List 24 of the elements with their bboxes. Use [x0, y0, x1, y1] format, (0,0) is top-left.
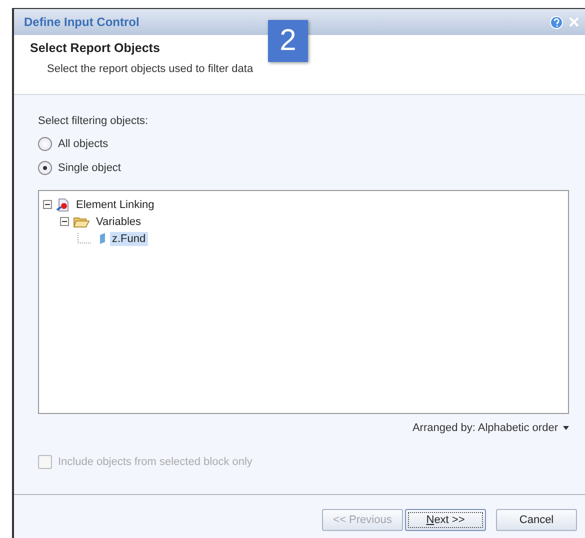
radio-label: Single object — [58, 162, 121, 174]
radio-button[interactable] — [38, 137, 52, 151]
checkbox-label: Include objects from selected block only — [58, 456, 252, 468]
radio-label: All objects — [58, 138, 108, 150]
arrange-dropdown[interactable]: Arranged by: Alphabetic order — [412, 422, 569, 434]
radio-button[interactable] — [38, 161, 52, 175]
tree-connector — [77, 232, 94, 244]
tree-node[interactable]: Element Linking — [74, 198, 156, 212]
step-title: Select Report Objects — [30, 41, 161, 55]
collapse-toggle[interactable] — [60, 217, 69, 226]
help-icon[interactable] — [550, 16, 563, 28]
document-icon — [56, 198, 70, 212]
variable-icon — [98, 232, 106, 245]
window-title: Define Input Control — [24, 15, 140, 29]
step-number-badge: 2 — [268, 20, 308, 62]
filter-label: Select filtering objects: — [38, 115, 150, 127]
caret-icon — [563, 426, 569, 430]
open-folder-icon — [73, 216, 90, 228]
collapse-toggle[interactable] — [43, 200, 52, 209]
step-description: Select the report objects used to filter data — [47, 63, 254, 75]
tree-node[interactable]: z.Fund — [110, 232, 148, 246]
tree-node[interactable]: Variables — [94, 214, 144, 228]
dialog-button[interactable]: Cancel — [496, 509, 577, 531]
dialog-button[interactable]: Next >> — [405, 509, 486, 531]
